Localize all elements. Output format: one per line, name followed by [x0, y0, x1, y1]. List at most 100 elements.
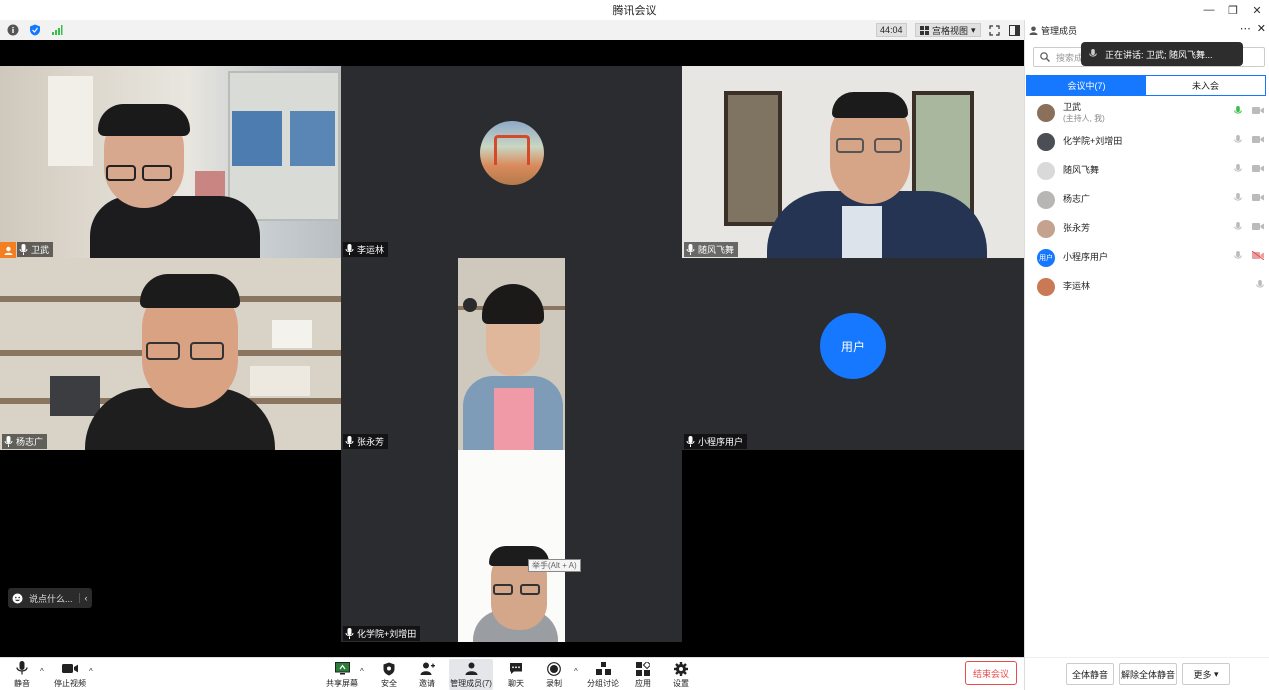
emoji-icon[interactable]	[12, 593, 23, 604]
host-badge	[0, 242, 16, 258]
participant-name: 卫武	[31, 245, 50, 255]
invite-button[interactable]: 邀请	[414, 659, 440, 690]
stop-video-button[interactable]: 停止视频	[52, 659, 88, 690]
video-tile[interactable]: 卫武	[0, 66, 341, 258]
tab-in-meeting[interactable]: 会议中(7)	[1027, 76, 1146, 95]
settings-label: 设置	[673, 678, 689, 688]
record-label: 录制	[546, 678, 562, 688]
microphone-icon[interactable]	[1234, 193, 1242, 203]
camera-icon[interactable]	[1252, 135, 1264, 144]
more-button[interactable]: 更多 ▾	[1182, 663, 1230, 685]
manage-members-button[interactable]: 管理成员(7)	[449, 659, 493, 690]
member-tabs: 会议中(7) 未入会	[1026, 75, 1266, 96]
member-name: 卫武	[1063, 101, 1082, 112]
view-mode-button[interactable]: 宫格视图 ▾	[915, 23, 981, 37]
more-icon[interactable]: ⋯	[1240, 22, 1251, 35]
close-panel-icon[interactable]: ✕	[1257, 22, 1266, 35]
participant-name-tag: 随风飞舞	[684, 242, 739, 257]
title-bar: 腾讯会议 — ❐ ✕	[0, 0, 1269, 20]
mute-all-button[interactable]: 全体静音	[1066, 663, 1114, 685]
shield-icon[interactable]	[26, 21, 44, 39]
microphone-icon[interactable]	[1256, 280, 1264, 290]
participant-name-tag: 化学院+刘增田	[343, 626, 421, 641]
user-icon	[4, 246, 12, 255]
member-name: 张永芳	[1063, 223, 1091, 233]
camera-icon	[62, 661, 78, 677]
fullscreen-icon[interactable]	[986, 22, 1002, 38]
list-item[interactable]: 随风飞舞	[1025, 156, 1269, 185]
mute-label: 静音	[14, 678, 30, 688]
member-name: 杨志广	[1063, 194, 1091, 204]
microphone-icon[interactable]	[1234, 222, 1242, 232]
list-item[interactable]: 李运林	[1025, 272, 1269, 301]
list-item[interactable]: 用户 小程序用户	[1025, 243, 1269, 272]
video-tile[interactable]: 随风飞舞	[682, 66, 1024, 258]
quick-chat-input[interactable]: 说点什么... ‹	[8, 588, 92, 608]
info-icon[interactable]	[4, 21, 22, 39]
microphone-icon	[1089, 49, 1097, 57]
avatar	[480, 121, 544, 185]
minimize-icon[interactable]: —	[1197, 0, 1221, 20]
camera-icon[interactable]	[1252, 106, 1264, 115]
avatar	[1037, 190, 1055, 209]
video-tile[interactable]: 用户 小程序用户	[682, 258, 1024, 450]
microphone-icon[interactable]	[1234, 164, 1242, 174]
panel-title: 管理成员	[1041, 25, 1078, 36]
microphone-icon[interactable]	[1234, 106, 1242, 116]
end-meeting-button[interactable]: 结束会议	[965, 661, 1017, 685]
microphone-icon[interactable]	[1234, 135, 1242, 145]
meeting-app: 腾讯会议 — ❐ ✕ 44:04 宫格视图 ▾ 卫武 李运林 随风飞舞 杨志广 …	[0, 0, 1269, 690]
bottom-toolbar: 静音 ^ 停止视频 ^ 共享屏幕 ^ 安全 邀请 管理成员(7) 聊天 录制 ^…	[0, 657, 1024, 690]
member-role: (主持人, 我)	[1063, 113, 1105, 123]
share-screen-button[interactable]: 共享屏幕	[324, 659, 360, 690]
microphone-icon[interactable]	[1234, 251, 1242, 261]
chevron-left-icon[interactable]: ‹	[78, 593, 88, 603]
list-item[interactable]: 卫武 (主持人, 我)	[1025, 98, 1269, 127]
restore-icon[interactable]: ❐	[1221, 0, 1245, 20]
chat-button[interactable]: 聊天	[503, 659, 529, 690]
microphone-icon	[345, 436, 354, 447]
quick-chat-placeholder: 说点什么...	[29, 593, 73, 604]
camera-icon[interactable]	[1252, 193, 1264, 202]
microphone-icon	[345, 244, 354, 255]
chevron-up-icon[interactable]: ^	[89, 667, 93, 676]
sidebar-toggle-icon[interactable]	[1006, 22, 1022, 38]
avatar	[1037, 277, 1055, 296]
video-tile[interactable]: 举手(Alt + A) 化学院+刘增田	[341, 450, 682, 642]
security-label: 安全	[381, 678, 397, 688]
breakout-rooms-button[interactable]: 分组讨论	[586, 659, 620, 690]
video-tile[interactable]: 张永芳	[341, 258, 682, 450]
video-tile[interactable]: 杨志广	[0, 258, 341, 450]
list-item[interactable]: 张永芳	[1025, 214, 1269, 243]
chevron-up-icon[interactable]: ^	[40, 667, 44, 676]
camera-off-icon[interactable]	[1252, 251, 1264, 260]
tab-not-joined[interactable]: 未入会	[1146, 76, 1265, 95]
avatar: 用户	[820, 313, 886, 379]
chevron-up-icon[interactable]: ^	[360, 667, 364, 676]
record-button[interactable]: 录制	[541, 659, 567, 690]
breakout-icon	[595, 661, 611, 677]
close-icon[interactable]: ✕	[1245, 0, 1269, 20]
member-name: 李运林	[1063, 281, 1091, 291]
settings-button[interactable]: 设置	[668, 659, 694, 690]
share-screen-label: 共享屏幕	[326, 678, 358, 688]
search-icon	[1040, 52, 1050, 62]
camera-icon[interactable]	[1252, 222, 1264, 231]
list-item[interactable]: 化学院+刘增田	[1025, 127, 1269, 156]
microphone-icon	[19, 244, 28, 255]
chevron-up-icon[interactable]: ^	[574, 667, 578, 676]
add-user-icon	[419, 661, 435, 677]
members-panel: 管理成员 ⋯ ✕ 搜索成员 正在讲话: 卫武; 随风飞舞... 会议中(7) 未…	[1024, 20, 1269, 690]
video-tile[interactable]: 李运林	[341, 66, 682, 258]
mute-button[interactable]: 静音	[8, 659, 36, 690]
signal-icon[interactable]	[48, 21, 66, 39]
apps-button[interactable]: 应用	[630, 659, 656, 690]
list-item[interactable]: 杨志广	[1025, 185, 1269, 214]
unmute-all-button[interactable]: 解除全体静音	[1119, 663, 1177, 685]
participant-name: 李运林	[357, 245, 385, 255]
meeting-toolbar	[0, 20, 1024, 40]
security-button[interactable]: 安全	[376, 659, 402, 690]
camera-icon[interactable]	[1252, 164, 1264, 173]
member-name: 化学院+刘增田	[1063, 136, 1123, 146]
microphone-icon	[4, 436, 13, 447]
